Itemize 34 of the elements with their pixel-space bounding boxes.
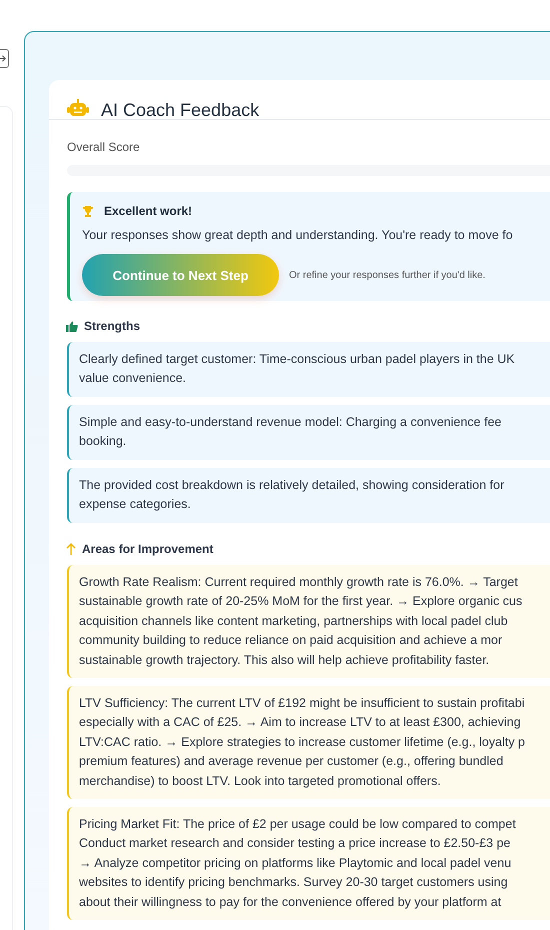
text-line: merchandise) to boost LTV. Look into targeted promotional offers. (79, 772, 441, 790)
text-line: sustainable growth rate of 20-25% MoM for the first year. → Explore organic cus (79, 593, 522, 610)
text-line: The provided cost breakdown is relatively detailed, showing consideration for (79, 477, 504, 494)
text-line: sustainable growth trajectory. This also will help achieve profitability faster. (79, 652, 490, 669)
banner-title: Excellent work! (104, 204, 192, 218)
refine-hint: Or refine your responses further if you'd like. (289, 270, 486, 280)
text-line: expense categories. (79, 496, 191, 514)
arrow-icon (0, 54, 7, 63)
text-line: Growth Rate Realism: Current required monthly growth rate is 76.0%. → Target (79, 574, 518, 591)
text-line: Conduct market research and consider testing a price increase to £2.50-£3 pe (79, 835, 510, 852)
text-line: → Analyze competitor pricing on platforms like Playtomic and local padel venu (79, 854, 512, 872)
thumbs-up-icon (66, 320, 78, 332)
text-line: LTV:CAC ratio. → Explore strategies to increase customer lifetime (e.g., loyalty p (79, 734, 526, 751)
text-line: Pricing Market Fit: The price of £2 per usage could be low compared to compet (79, 816, 516, 833)
text-line: websites to identify pricing benchmarks. Survey 20-30 target customers using (79, 874, 508, 892)
section-title: Areas for Improvement (82, 542, 214, 556)
section-title: Strengths (84, 319, 140, 333)
card-title: AI Coach Feedback (101, 100, 260, 120)
text-line: LTV Sufficiency: The current LTV of £192 might be insufficient to sustain profitabi (79, 695, 525, 712)
text-line: community building to reduce reliance on paid acquisition and achieve a mor (79, 632, 502, 650)
trophy-icon (82, 205, 94, 217)
text-line: booking. (79, 433, 126, 450)
text-line: Simple and easy-to-understand revenue model: Charging a convenience fee (79, 414, 502, 431)
text-line: Clearly defined target customer: Time-conscious urban padel players in the UK (79, 351, 515, 368)
continue-button[interactable]: Continue to Next Step (82, 254, 279, 296)
text-line: about their willingness to pay for the convenience offered by your platform at (79, 894, 502, 911)
text-line: value convenience. (79, 370, 186, 388)
text-line: acquisition channels like content marketing, partnerships with local padel club (79, 612, 508, 630)
arrow-up-icon (66, 543, 76, 555)
banner-message: Your responses show great depth and understanding. You're ready to move fo (82, 228, 514, 242)
robot-icon (67, 99, 89, 117)
score-label: Overall Score (67, 140, 141, 154)
text-line: premium features) and average revenue per customer (e.g., offering bundled (79, 753, 504, 770)
text-line: especially with a CAC of £25. → Aim to increase LTV to at least £300, achieving (79, 714, 521, 732)
